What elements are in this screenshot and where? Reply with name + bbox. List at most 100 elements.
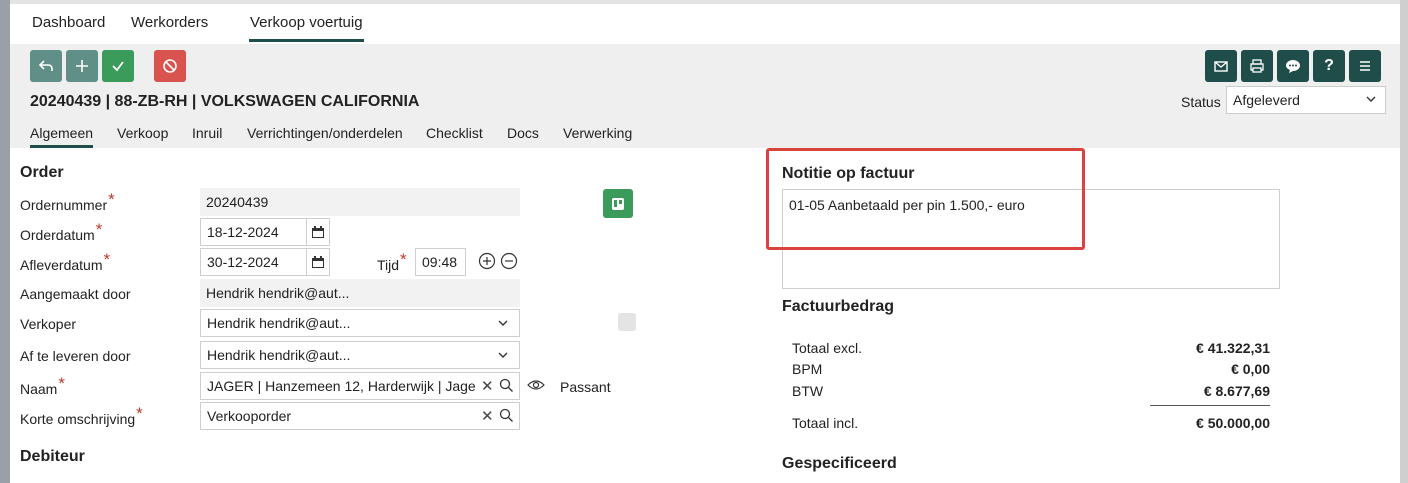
afleverdatum-value: 30-12-2024 xyxy=(207,254,279,270)
help-icon: ? xyxy=(1324,57,1334,74)
page-title: 20240439 | 88-ZB-RH | VOLKSWAGEN CALIFOR… xyxy=(30,93,420,110)
divider xyxy=(306,219,307,245)
verkoper-value: Hendrik hendrik@aut... xyxy=(207,315,351,331)
verkoper-label: Verkoper xyxy=(20,316,77,332)
tab-checklist[interactable]: Checklist xyxy=(426,125,483,141)
mail-icon xyxy=(1214,61,1228,72)
left-rail xyxy=(0,0,10,483)
save-button[interactable] xyxy=(102,50,134,82)
afleverdatum-label-text: Afleverdatum xyxy=(20,257,103,273)
search-icon[interactable] xyxy=(499,378,514,393)
totaal-incl-label: Totaal incl. xyxy=(792,415,859,431)
required-marker: * xyxy=(95,220,103,239)
menu-icon xyxy=(1360,61,1370,71)
chevron-down-icon xyxy=(498,352,508,358)
naam-value: JAGER | Hanzemeen 12, Harderwijk | Jage xyxy=(207,378,476,394)
orderdatum-input[interactable]: 18-12-2024 xyxy=(200,218,330,246)
tijd-input[interactable]: 09:48 xyxy=(415,248,466,276)
tab-verkoop-voertuig[interactable]: Verkoop voertuig xyxy=(249,14,364,42)
undo-icon xyxy=(38,60,53,71)
tab-dashboard[interactable]: Dashboard xyxy=(32,14,105,31)
tijd-label: Tijd* xyxy=(377,250,407,275)
korte-omschrijving-value: Verkooporder xyxy=(207,408,292,424)
af-te-leveren-select[interactable]: Hendrik hendrik@aut... xyxy=(200,341,520,369)
checkbox[interactable] xyxy=(618,313,636,331)
divider xyxy=(1150,405,1270,406)
trello-button[interactable] xyxy=(603,189,633,218)
cancel-icon xyxy=(163,59,177,73)
add-button[interactable] xyxy=(66,50,98,82)
btw-label: BTW xyxy=(792,383,824,399)
undo-button[interactable] xyxy=(30,50,62,82)
calendar-icon[interactable] xyxy=(311,225,325,239)
tab-verwerking[interactable]: Verwerking xyxy=(563,125,632,141)
status-select[interactable]: Afgeleverd xyxy=(1226,86,1386,114)
highlight-box xyxy=(766,148,1085,250)
orderdatum-value: 18-12-2024 xyxy=(207,224,279,240)
clear-icon[interactable]: ✕ xyxy=(481,407,494,425)
tab-docs[interactable]: Docs xyxy=(507,125,539,141)
help-button[interactable]: ? xyxy=(1313,50,1345,82)
bpm-value: € 0,00 xyxy=(1231,361,1270,377)
tab-verkoop[interactable]: Verkoop xyxy=(117,125,168,141)
menu-button[interactable] xyxy=(1349,50,1381,82)
aangemaakt-field: Hendrik hendrik@aut... xyxy=(200,279,520,307)
trello-icon xyxy=(612,197,624,210)
bpm-label: BPM xyxy=(792,361,823,377)
search-icon[interactable] xyxy=(499,408,514,423)
chat-icon xyxy=(1286,60,1300,73)
naam-label: Naam* xyxy=(20,374,65,399)
tab-werkorders[interactable]: Werkorders xyxy=(131,14,208,31)
divider xyxy=(306,249,307,275)
cancel-button[interactable] xyxy=(154,50,186,82)
required-marker: * xyxy=(108,190,115,209)
totaal-excl-value: € 41.322,31 xyxy=(1196,340,1270,356)
print-button[interactable] xyxy=(1241,50,1273,82)
afleverdatum-label: Afleverdatum* xyxy=(20,250,110,275)
scrollbar-rail[interactable] xyxy=(1400,0,1408,483)
required-marker: * xyxy=(58,374,65,393)
korte-omschrijving-input[interactable]: Verkooporder xyxy=(200,402,520,430)
calendar-icon[interactable] xyxy=(311,255,325,269)
af-te-leveren-label: Af te leveren door xyxy=(20,348,131,364)
korte-omschrijving-label-text: Korte omschrijving xyxy=(20,411,136,427)
naam-input[interactable]: JAGER | Hanzemeen 12, Harderwijk | Jage xyxy=(200,372,520,400)
chevron-down-icon xyxy=(498,320,508,326)
tab-verrichtingen[interactable]: Verrichtingen/onderdelen xyxy=(247,125,403,141)
email-button[interactable] xyxy=(1205,50,1237,82)
orderdatum-label: Orderdatum* xyxy=(20,220,102,245)
required-marker: * xyxy=(136,404,143,423)
order-section-title: Order xyxy=(20,164,64,181)
print-icon xyxy=(1250,59,1264,73)
tab-algemeen[interactable]: Algemeen xyxy=(30,125,94,148)
factuurbedrag-title: Factuurbedrag xyxy=(782,298,895,315)
ordernummer-label-text: Ordernummer xyxy=(20,197,108,213)
eye-icon[interactable] xyxy=(527,378,545,392)
ordernummer-field: 20240439 xyxy=(200,188,520,216)
verkoper-select[interactable]: Hendrik hendrik@aut... xyxy=(200,309,520,337)
debiteur-section-title: Debiteur xyxy=(20,448,85,465)
check-icon xyxy=(112,61,124,72)
passant-label: Passant xyxy=(560,379,611,395)
korte-omschrijving-label: Korte omschrijving* xyxy=(20,404,143,429)
orderdatum-label-text: Orderdatum xyxy=(20,227,95,243)
comment-button[interactable] xyxy=(1277,50,1309,82)
totaal-excl-label: Totaal excl. xyxy=(792,340,863,356)
minus-circle-icon[interactable] xyxy=(500,252,518,270)
tijd-label-text: Tijd xyxy=(377,257,400,273)
ordernummer-label: Ordernummer* xyxy=(20,190,115,215)
aangemaakt-label: Aangemaakt door xyxy=(20,286,131,302)
totaal-incl-value: € 50.000,00 xyxy=(1196,415,1270,431)
required-marker: * xyxy=(103,250,111,269)
required-marker: * xyxy=(400,250,407,269)
status-value: Afgeleverd xyxy=(1233,92,1300,108)
plus-icon xyxy=(76,60,88,72)
status-label: Status xyxy=(1181,94,1221,110)
btw-value: € 8.677,69 xyxy=(1203,383,1270,399)
naam-label-text: Naam xyxy=(20,381,58,397)
clear-icon[interactable]: ✕ xyxy=(481,377,494,395)
afleverdatum-input[interactable]: 30-12-2024 xyxy=(200,248,330,276)
af-te-leveren-value: Hendrik hendrik@aut... xyxy=(207,347,351,363)
plus-circle-icon[interactable] xyxy=(478,252,496,270)
tab-inruil[interactable]: Inruil xyxy=(192,125,222,141)
